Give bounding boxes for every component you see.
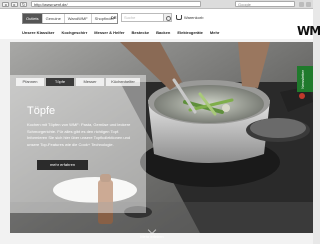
reload-icon[interactable]: ↻: [20, 1, 27, 7]
address-bar[interactable]: http://www.wmf.de/: [31, 1, 201, 7]
mehr-erfahren-button[interactable]: mehr erfahren: [37, 160, 88, 170]
language-selector[interactable]: DE: [111, 14, 117, 21]
nav-item-backen[interactable]: Backen: [156, 30, 170, 35]
tab-pfannen[interactable]: Pfannen: [16, 78, 44, 86]
service-link-genuine[interactable]: Genuine: [42, 14, 65, 23]
service-link-outlets[interactable]: Outlets: [23, 14, 43, 23]
page: Outlets Genuine WandWMF Shopfinder DE Su…: [0, 9, 320, 244]
tab-kuechenhelfer[interactable]: Küchenhelfer: [106, 78, 140, 86]
nav-item-kochgeschirr[interactable]: Kochgeschirr: [61, 30, 87, 35]
nav-item-mehr[interactable]: Mehr: [210, 30, 220, 35]
newsletter-tab[interactable]: Newsletter: [297, 66, 313, 92]
search-icon[interactable]: [164, 13, 172, 22]
hero-description: Kochen mit Töpfen von WMF: Pasta, Gemüse…: [27, 122, 131, 147]
nav-item-bestecke[interactable]: Bestecke: [132, 30, 150, 35]
browser-search-input[interactable]: Google: [235, 1, 295, 7]
cart-link[interactable]: Warenkorb: [176, 13, 203, 22]
search-input[interactable]: Suche: [121, 13, 164, 22]
back-icon[interactable]: ◂: [2, 1, 9, 7]
top-bar: Outlets Genuine WandWMF Shopfinder DE Su…: [0, 9, 313, 26]
tab-toepfe[interactable]: Töpfe: [46, 78, 74, 86]
nav-item-elektrogeraete[interactable]: Elektrogeräte: [177, 30, 203, 35]
bookmark-icon[interactable]: [299, 1, 304, 7]
nav-item-messer[interactable]: Messer & Helfer: [94, 30, 124, 35]
category-tabs: Pfannen Töpfe Messer Küchenhelfer: [16, 78, 140, 86]
service-links: Outlets Genuine WandWMF Shopfinder: [22, 13, 119, 24]
more-experience-link[interactable]: Mehr erleben: [140, 234, 164, 239]
service-link-wandwmf[interactable]: WandWMF: [64, 14, 92, 23]
nav-item-klassiker[interactable]: Unsere Klassiker: [22, 30, 54, 35]
cart-label: Warenkorb: [184, 15, 204, 20]
newsletter-tab-label: Newsletter: [300, 70, 305, 89]
logo[interactable]: WMF: [297, 24, 320, 38]
tab-messer[interactable]: Messer: [76, 78, 104, 86]
browser-toolbar: ◂ ▸ ↻ http://www.wmf.de/ Google: [0, 0, 313, 9]
cart-icon: [176, 15, 182, 20]
hero-title: Töpfe: [27, 105, 56, 117]
menu-icon[interactable]: [306, 1, 311, 7]
main-navigation: Unsere Klassiker Kochgeschirr Messer & H…: [0, 26, 297, 39]
forward-icon[interactable]: ▸: [11, 1, 18, 7]
